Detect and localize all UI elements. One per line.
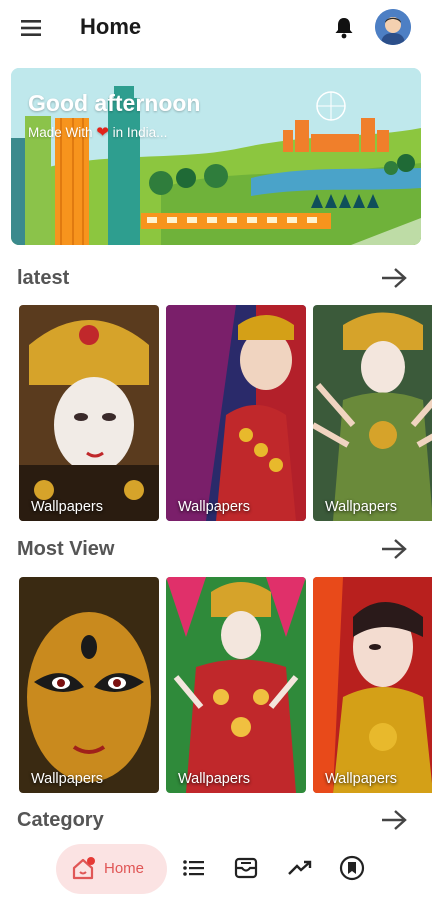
section-title-latest: latest [17, 267, 70, 289]
wallpaper-image [166, 577, 306, 793]
section-category-header: Category [0, 807, 432, 837]
section-latest-header: latest [0, 265, 432, 295]
card-label: Wallpapers [178, 771, 250, 787]
section-title-category: Category [17, 809, 104, 831]
wallpaper-image [166, 305, 306, 521]
arrow-right-icon[interactable] [378, 265, 410, 291]
wallpaper-card[interactable]: Wallpapers [313, 577, 432, 793]
most-view-wallpapers-row: Wallpapers Wallpapers Wallpapers [0, 577, 432, 793]
nav-home-button[interactable]: Home [56, 844, 167, 894]
wallpaper-image [313, 305, 432, 521]
nav-home-label: Home [104, 860, 145, 877]
page-title: Home [80, 14, 142, 39]
wallpaper-card[interactable]: Wallpapers [19, 577, 159, 793]
inbox-icon[interactable] [232, 854, 260, 882]
greeting-text: Good afternoon [28, 90, 201, 116]
section-most-view-header: Most View [0, 536, 432, 566]
wallpaper-image [313, 577, 432, 793]
section-title-most-view: Most View [17, 538, 115, 560]
trending-icon[interactable] [286, 854, 314, 882]
wallpaper-image [19, 305, 159, 521]
notification-bell-icon[interactable] [330, 14, 358, 42]
menu-icon[interactable] [16, 16, 48, 40]
subtitle-text-end: in India... [112, 125, 168, 140]
card-label: Wallpapers [325, 771, 397, 787]
wallpaper-card[interactable]: Wallpapers [166, 305, 306, 521]
wallpaper-card[interactable]: Wallpapers [19, 305, 159, 521]
avatar[interactable] [375, 9, 411, 45]
latest-wallpapers-row: Wallpapers Wallpapers Wallpapers [0, 305, 432, 521]
card-label: Wallpapers [31, 771, 103, 787]
card-label: Wallpapers [325, 499, 397, 515]
wallpaper-card[interactable]: Wallpapers [166, 577, 306, 793]
banner-subtitle: Made With ❤ in India... [28, 123, 167, 141]
arrow-right-icon[interactable] [378, 807, 410, 833]
home-icon [70, 856, 96, 882]
wallpaper-card[interactable]: Wallpapers [313, 305, 432, 521]
list-icon[interactable] [180, 854, 208, 882]
arrow-right-icon[interactable] [378, 536, 410, 562]
wallpaper-image [19, 577, 159, 793]
heart-icon: ❤ [96, 124, 109, 141]
app-bar: Home [0, 0, 432, 56]
bookmark-icon[interactable] [338, 854, 366, 882]
greeting-banner: Good afternoon Made With ❤ in India... [11, 68, 421, 245]
card-label: Wallpapers [178, 499, 250, 515]
card-label: Wallpapers [31, 499, 103, 515]
subtitle-text-start: Made With [28, 125, 93, 140]
bottom-navigation: Home [0, 838, 432, 900]
